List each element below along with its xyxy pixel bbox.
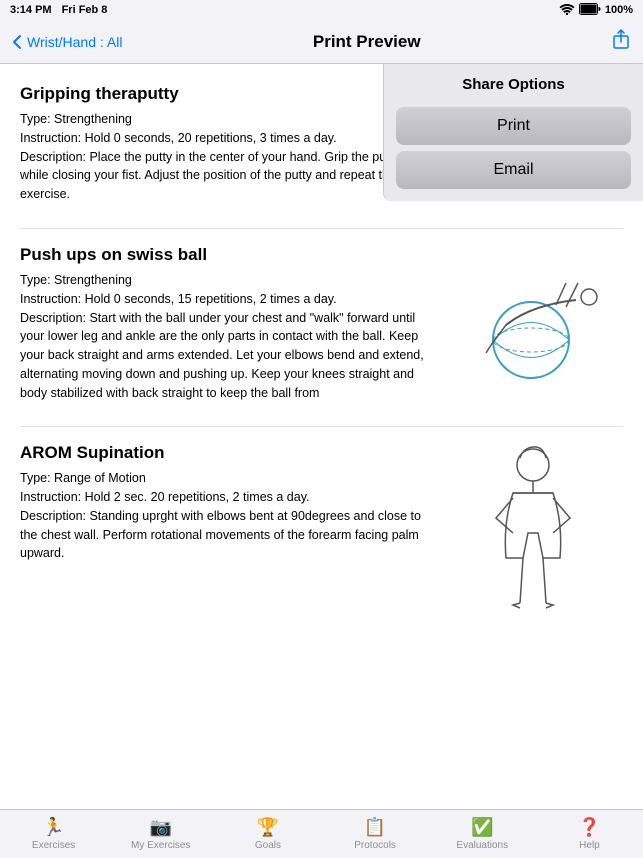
tab-protocols-label: Protocols: [354, 840, 396, 851]
tab-protocols[interactable]: 📋 Protocols: [322, 817, 429, 851]
divider-1: [20, 228, 623, 229]
exercise-2-text: Push ups on swiss ball Type: Strengtheni…: [20, 245, 433, 402]
print-button[interactable]: Print: [396, 107, 631, 145]
divider-2: [20, 426, 623, 427]
exercise-1-text: Gripping theraputty Type: Strengthening …: [20, 84, 433, 204]
status-date: Fri Feb 8: [62, 4, 108, 16]
email-button[interactable]: Email: [396, 151, 631, 189]
exercise-2-instruction: Instruction: Hold 0 seconds, 15 repetiti…: [20, 290, 433, 309]
share-button[interactable]: [611, 28, 631, 55]
status-bar: 3:14 PM Fri Feb 8 100%: [0, 0, 643, 20]
exercise-1-title: Gripping theraputty: [20, 84, 433, 104]
camera-icon: 📷: [150, 817, 172, 838]
share-panel-title: Share Options: [384, 64, 643, 101]
exercise-3-svg: [468, 443, 598, 623]
exercise-3-row: AROM Supination Type: Range of Motion In…: [20, 443, 623, 623]
exercise-3-type: Type: Range of Motion: [20, 469, 433, 488]
exercise-2-row: Push ups on swiss ball Type: Strengtheni…: [20, 245, 623, 402]
exercise-2-type: Type: Strengthening: [20, 271, 433, 290]
main-content: Gripping theraputty Type: Strengthening …: [0, 64, 643, 809]
nav-bar: Wrist/Hand : All Print Preview: [0, 20, 643, 64]
exercise-3-image: [443, 443, 623, 623]
tab-my-exercises-label: My Exercises: [131, 840, 190, 851]
exercise-1-type: Type: Strengthening: [20, 110, 433, 129]
question-icon: ❓: [578, 817, 600, 838]
share-panel: Share Options Print Email: [383, 64, 643, 201]
exercise-2-description: Description: Start with the ball under y…: [20, 309, 433, 403]
trophy-icon: 🏆: [257, 817, 279, 838]
page-title: Print Preview: [313, 32, 421, 52]
run-icon: 🏃: [42, 817, 64, 838]
tab-bar: 🏃 Exercises 📷 My Exercises 🏆 Goals 📋 Pro…: [0, 809, 643, 858]
exercise-3: AROM Supination Type: Range of Motion In…: [20, 443, 623, 623]
exercise-2: Push ups on swiss ball Type: Strengtheni…: [20, 245, 623, 402]
exercise-3-description: Description: Standing uprght with elbows…: [20, 507, 433, 563]
tab-goals-label: Goals: [255, 840, 281, 851]
status-time: 3:14 PM: [10, 4, 52, 16]
battery-icon: [579, 3, 601, 18]
exercise-2-image: [443, 245, 623, 385]
tab-exercises[interactable]: 🏃 Exercises: [0, 817, 107, 851]
exercise-2-svg: [446, 245, 621, 385]
tab-help[interactable]: ❓ Help: [536, 817, 643, 851]
wifi-icon: [559, 3, 575, 18]
tab-exercises-label: Exercises: [32, 840, 75, 851]
tab-goals[interactable]: 🏆 Goals: [214, 817, 321, 851]
exercise-1-description: Description: Place the putty in the cent…: [20, 148, 433, 204]
status-bar-right: 100%: [559, 3, 633, 18]
tab-my-exercises[interactable]: 📷 My Exercises: [107, 817, 214, 851]
battery-percent: 100%: [605, 4, 633, 16]
tab-evaluations-label: Evaluations: [456, 840, 508, 851]
exercise-1-instruction: Instruction: Hold 0 seconds, 20 repetiti…: [20, 129, 433, 148]
exercise-3-title: AROM Supination: [20, 443, 433, 463]
back-button[interactable]: Wrist/Hand : All: [12, 34, 122, 50]
exercise-2-title: Push ups on swiss ball: [20, 245, 433, 265]
tab-help-label: Help: [579, 840, 600, 851]
check-icon: ✅: [471, 817, 493, 838]
back-label: Wrist/Hand : All: [27, 34, 122, 50]
list-icon: 📋: [364, 817, 386, 838]
exercise-3-instruction: Instruction: Hold 2 sec. 20 repetitions,…: [20, 488, 433, 507]
tab-evaluations[interactable]: ✅ Evaluations: [429, 817, 536, 851]
exercise-3-text: AROM Supination Type: Range of Motion In…: [20, 443, 433, 563]
status-bar-left: 3:14 PM Fri Feb 8: [10, 4, 107, 16]
